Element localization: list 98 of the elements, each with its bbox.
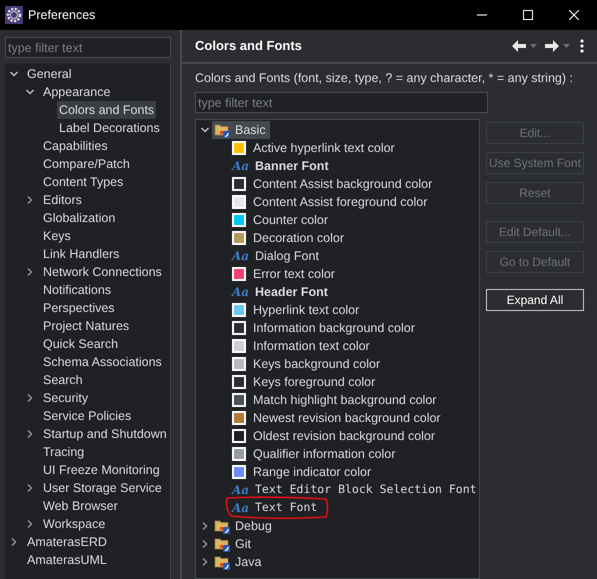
folder-icon bbox=[214, 536, 231, 552]
color-swatch bbox=[232, 267, 246, 281]
color-swatch bbox=[232, 195, 246, 209]
tree-item[interactable]: Project Natures bbox=[41, 317, 132, 335]
tree-item[interactable]: AmaterasUML bbox=[25, 551, 109, 569]
caret-icon[interactable] bbox=[530, 44, 537, 48]
forward-arrow-icon[interactable] bbox=[545, 40, 559, 52]
tree-item[interactable]: Schema Associations bbox=[41, 353, 164, 371]
color-swatch bbox=[232, 357, 246, 371]
tree-item[interactable]: Range indicator color bbox=[253, 462, 372, 482]
tree-item[interactable]: Perspectives bbox=[41, 299, 117, 317]
page-title: Colors and Fonts bbox=[195, 37, 302, 56]
tree-item[interactable]: Link Handlers bbox=[41, 245, 122, 263]
chevron-right-icon[interactable] bbox=[25, 483, 35, 493]
font-icon: Aa bbox=[232, 250, 248, 262]
tree-item[interactable]: Information background color bbox=[253, 318, 415, 338]
tree-item[interactable]: UI Freeze Monitoring bbox=[41, 461, 162, 479]
tree-item[interactable]: Security bbox=[41, 389, 90, 407]
color-swatch bbox=[232, 339, 246, 353]
tree-item[interactable]: Notifications bbox=[41, 281, 114, 299]
action-button[interactable]: Expand All bbox=[486, 289, 584, 311]
tree-item[interactable]: Label Decorations bbox=[57, 119, 162, 137]
tree-item[interactable]: AmaterasERD bbox=[25, 533, 109, 551]
color-swatch bbox=[232, 177, 246, 191]
window-title: Preferences bbox=[28, 6, 96, 24]
maximize-icon bbox=[523, 10, 533, 20]
tree-item[interactable]: Colors and Fonts bbox=[57, 101, 156, 119]
chevron-right-icon[interactable] bbox=[25, 429, 35, 439]
description: Colors and Fonts (font, size, type, ? = any character, * = any string) : bbox=[195, 70, 574, 86]
tree-item[interactable]: Content Assist background color bbox=[253, 174, 432, 194]
tree-item[interactable]: Appearance bbox=[41, 83, 112, 101]
close-icon bbox=[569, 10, 579, 20]
color-swatch bbox=[232, 375, 246, 389]
tree-item[interactable]: Active hyperlink text color bbox=[253, 138, 395, 158]
tree-item[interactable]: Git bbox=[212, 535, 255, 553]
tree-item[interactable]: Keys bbox=[41, 227, 73, 245]
filter-field[interactable]: type filter text bbox=[5, 37, 171, 58]
tree-item[interactable]: Oldest revision background color bbox=[253, 426, 436, 446]
folder-icon bbox=[214, 554, 231, 570]
tree-item[interactable]: Service Policies bbox=[41, 407, 134, 425]
chevron-down-icon[interactable] bbox=[200, 125, 210, 135]
font-icon: Aa bbox=[232, 502, 248, 514]
color-swatch bbox=[232, 213, 246, 227]
chevron-right-icon[interactable] bbox=[25, 195, 35, 205]
color-swatch bbox=[232, 321, 246, 335]
tree-item[interactable]: Keys background color bbox=[253, 354, 380, 374]
tree-item[interactable]: Decoration color bbox=[253, 228, 344, 248]
tree-item[interactable]: Text Editor Block Selection Font bbox=[255, 481, 477, 499]
tree-item[interactable]: Basic bbox=[212, 121, 270, 139]
tree-item[interactable]: Network Connections bbox=[41, 263, 164, 281]
tree-item[interactable]: Content Types bbox=[41, 173, 126, 191]
tree-item[interactable]: Editors bbox=[41, 191, 84, 209]
tree-item[interactable]: Keys foreground color bbox=[253, 372, 376, 392]
tree-item[interactable]: Match highlight background color bbox=[253, 390, 436, 410]
tree-item[interactable]: Web Browser bbox=[41, 497, 120, 515]
font-icon: Aa bbox=[232, 160, 248, 172]
tree-item[interactable]: Text Font bbox=[255, 499, 318, 517]
tree-item[interactable]: Header Font bbox=[255, 282, 328, 302]
gear-icon bbox=[5, 6, 23, 24]
tree-item[interactable]: General bbox=[25, 65, 74, 83]
tree-item[interactable]: Content Assist foreground color bbox=[253, 192, 428, 212]
chevron-right-icon[interactable] bbox=[25, 267, 35, 277]
color-swatch bbox=[232, 465, 246, 479]
tree-item[interactable]: Java bbox=[212, 553, 266, 571]
chevron-right-icon[interactable] bbox=[25, 393, 35, 403]
tree-item[interactable]: Search bbox=[41, 371, 85, 389]
color-swatch bbox=[232, 303, 246, 317]
tree-item[interactable]: Quick Search bbox=[41, 335, 120, 353]
tree-item[interactable]: Capabilities bbox=[41, 137, 110, 155]
folder-icon bbox=[214, 122, 231, 138]
color-swatch bbox=[232, 231, 246, 245]
caret-icon[interactable] bbox=[563, 44, 570, 48]
tree-item[interactable]: Compare/Patch bbox=[41, 155, 132, 173]
tree-item[interactable]: User Storage Service bbox=[41, 479, 164, 497]
tree-item[interactable]: Error text color bbox=[253, 264, 335, 284]
filter-field[interactable]: type filter text bbox=[195, 92, 488, 113]
tree-item[interactable]: Globalization bbox=[41, 209, 118, 227]
font-icon: Aa bbox=[232, 484, 248, 496]
tree-item[interactable]: Hyperlink text color bbox=[253, 300, 360, 320]
tree-item[interactable]: Dialog Font bbox=[255, 246, 319, 266]
more-icon[interactable] bbox=[580, 39, 584, 53]
tree-item[interactable]: Counter color bbox=[253, 210, 328, 230]
tree-item[interactable]: Banner Font bbox=[255, 156, 329, 176]
back-arrow-icon[interactable] bbox=[512, 40, 526, 52]
color-swatch bbox=[232, 393, 246, 407]
tree-item[interactable]: Workspace bbox=[41, 515, 108, 533]
folder-icon bbox=[214, 518, 231, 534]
tree-item[interactable]: Newest revision background color bbox=[253, 408, 441, 428]
color-swatch bbox=[232, 447, 246, 461]
color-swatch bbox=[232, 141, 246, 155]
color-swatch bbox=[232, 411, 246, 425]
tree-item[interactable]: Tracing bbox=[41, 443, 86, 461]
tree-item[interactable]: Information text color bbox=[253, 336, 370, 356]
tree-item[interactable]: Qualifier information color bbox=[253, 444, 396, 464]
color-swatch bbox=[232, 429, 246, 443]
font-icon: Aa bbox=[232, 286, 248, 298]
tree-item[interactable]: Startup and Shutdown bbox=[41, 425, 169, 443]
tree-item[interactable]: Debug bbox=[212, 517, 276, 535]
